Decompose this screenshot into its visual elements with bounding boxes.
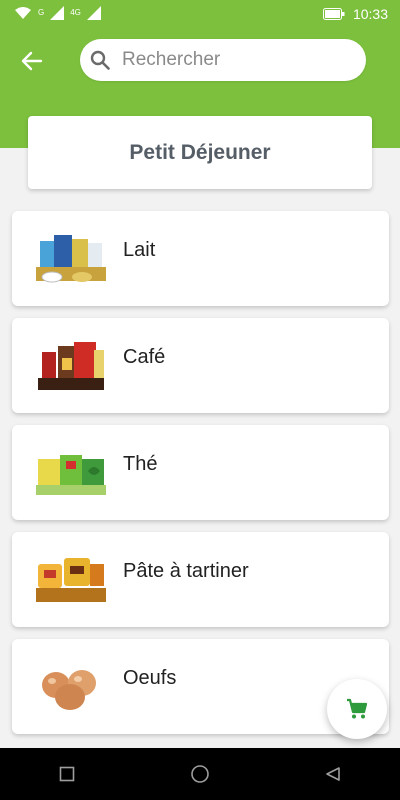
status-bar: G 4G 10:33 (0, 0, 400, 30)
back-button[interactable] (16, 45, 48, 77)
cart-icon (347, 698, 368, 719)
list-item[interactable]: Thé (12, 425, 389, 520)
search-input[interactable] (122, 45, 352, 75)
category-title-card: Petit Déjeuner (28, 116, 372, 189)
list-item[interactable]: Lait (12, 211, 389, 306)
signal-4g-label: 4G (70, 8, 81, 17)
category-list: Lait Café Thé Pâte à tartiner Oeufs (12, 211, 389, 746)
eggs-image (42, 670, 96, 710)
coffee-products-image (38, 342, 104, 390)
signal-g-label: G (38, 8, 45, 17)
search-icon (90, 50, 110, 70)
navigation-bar (0, 748, 400, 800)
status-left: G 4G (14, 6, 101, 20)
back-triangle-icon (326, 767, 341, 781)
list-item-label: Thé (123, 453, 158, 475)
list-item-label: Pâte à tartiner (123, 560, 249, 582)
milk-products-image (36, 235, 106, 283)
wifi-icon (15, 7, 31, 19)
page-title: Petit Déjeuner (129, 140, 271, 164)
list-item-label: Lait (123, 239, 156, 261)
status-time: 10:33 (352, 6, 388, 22)
tea-products-image (36, 455, 106, 495)
signal-icon (86, 6, 101, 20)
app-screen: G 4G 10:33 Rechercher Petit Déjeuner Lai… (0, 0, 400, 800)
home-icon (191, 765, 209, 783)
list-item[interactable]: Pâte à tartiner (12, 532, 389, 627)
signal-icon (50, 6, 65, 20)
back-nav-button[interactable] (313, 754, 353, 794)
home-button[interactable] (180, 754, 220, 794)
list-item[interactable]: Café (12, 318, 389, 413)
recent-apps-icon (59, 766, 74, 782)
search-bar[interactable] (80, 39, 366, 81)
battery-icon (322, 8, 345, 20)
spread-products-image (36, 558, 106, 602)
list-item-label: Oeufs (123, 667, 177, 689)
arrow-left-icon (21, 51, 43, 71)
list-item-label: Café (123, 346, 166, 368)
status-right: 10:33 (322, 6, 388, 22)
recent-apps-button[interactable] (47, 754, 87, 794)
cart-button[interactable] (327, 679, 387, 739)
